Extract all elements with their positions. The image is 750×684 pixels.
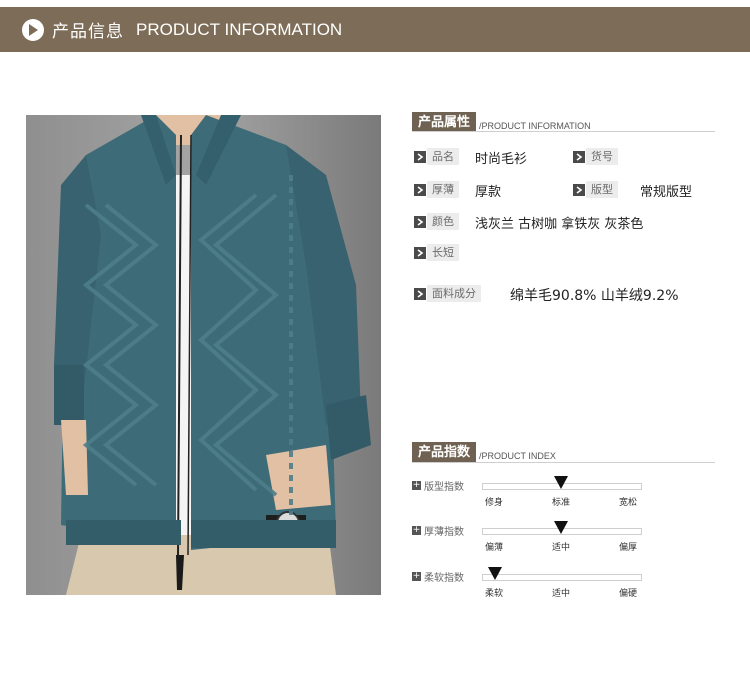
chevron-right-icon [573,183,585,196]
index-tick-label: 偏薄 [484,543,504,553]
index-track [482,574,642,581]
play-arrow-icon [22,18,44,41]
chevron-right-icon [414,150,426,163]
chevron-right-icon [414,287,426,300]
index-tick-label: 修身 [484,498,504,508]
index-marker-icon [554,521,568,534]
index-row: + 版型指数修身 标准 宽松 [412,476,712,517]
index-row: + 厚薄指数偏薄 适中 偏厚 [412,521,712,562]
attr-label-text: 货号 [586,148,618,165]
index-label: 版型指数 [424,482,464,493]
index-tick-label: 适中 [551,589,571,599]
index-divider [412,462,715,463]
plus-icon: + [412,480,421,490]
attr-label-material: 面料成分 [414,285,481,302]
attr-value-fit: 常规版型 [640,185,693,200]
attr-label-text: 面料成分 [427,285,481,302]
index-row: + 柔软指数柔软 适中 偏硬 [412,567,712,608]
index-label: 厚薄指数 [424,527,464,538]
index-label: 柔软指数 [424,573,464,584]
index-tick-label: 适中 [551,543,571,553]
index-title-en: /PRODUCT INDEX [479,451,556,461]
attr-value-material: 绵羊毛90.8% 山羊绒9.2% [510,288,679,304]
chevron-right-icon [414,215,426,228]
attr-label-text: 版型 [586,181,618,198]
index-marker-icon [554,476,568,489]
index-title: 产品指数 /PRODUCT INDEX [412,442,556,462]
plus-icon: + [412,571,421,581]
attributes-title-cn: 产品属性 [412,112,477,132]
product-photo [26,115,381,595]
attr-label-text: 颜色 [427,213,459,230]
attr-label-color: 颜色 [414,213,459,230]
attr-label-text: 厚薄 [427,181,459,198]
index-title-cn: 产品指数 [412,442,477,462]
attr-label-thickness: 厚薄 [414,181,459,198]
index-tick-label: 偏硬 [618,589,638,599]
plus-icon: + [412,525,421,535]
chevron-right-icon [414,246,426,259]
attr-value-thickness: 厚款 [475,185,502,200]
index-tick-label: 柔软 [484,589,504,599]
attr-value-color: 浅灰兰 古树咖 拿铁灰 灰茶色 [475,217,644,232]
attr-label-text: 品名 [427,148,459,165]
chevron-right-icon [573,150,585,163]
attr-label-name: 品名 [414,148,459,165]
attr-label-sku: 货号 [573,148,618,165]
attr-value-name: 时尚毛衫 [475,152,528,167]
index-tick-label: 偏厚 [618,543,638,553]
chevron-right-icon [414,183,426,196]
index-tick-label: 标准 [551,498,571,508]
attributes-divider [412,131,715,132]
index-tick-label: 宽松 [618,498,638,508]
header-title-en: PRODUCT INFORMATION [136,19,343,39]
attr-label-length: 长短 [414,244,459,261]
attributes-title: 产品属性 /PRODUCT INFORMATION [412,112,591,132]
attr-label-text: 长短 [427,244,459,261]
attr-label-fit: 版型 [573,181,618,198]
index-marker-icon [487,567,502,580]
header-bar: 产品信息 PRODUCT INFORMATION [0,7,750,52]
header-title-cn: 产品信息 [52,22,124,42]
